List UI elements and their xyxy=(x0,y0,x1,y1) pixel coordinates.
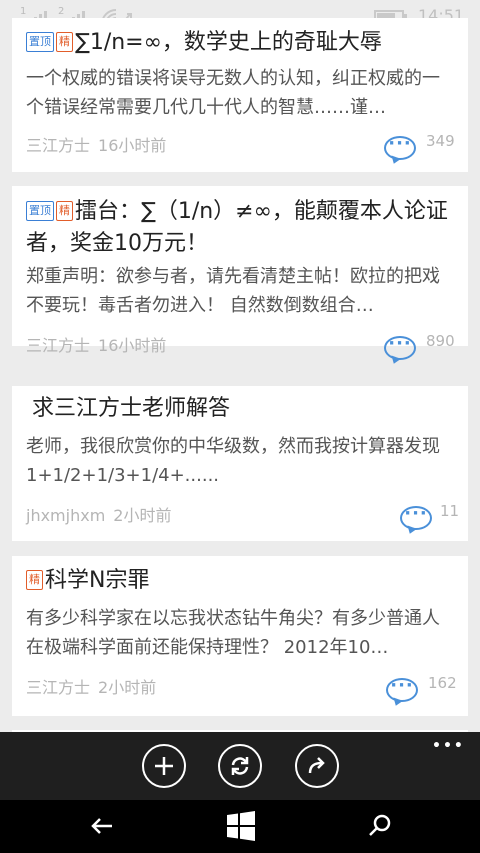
post-author[interactable]: 三江方士 xyxy=(26,336,90,355)
comment-count: 890 xyxy=(426,332,455,350)
share-button[interactable] xyxy=(295,744,339,788)
post-author[interactable]: 三江方士 xyxy=(26,678,90,697)
pinned-badge: 置顶 xyxy=(26,201,54,221)
post-time: 2小时前 xyxy=(113,506,172,525)
app-bar: ••• xyxy=(0,732,480,800)
post-title-text: 求三江方士老师解答 xyxy=(32,396,231,421)
post-card[interactable]: 精科学N宗罪 有多少科学家在以忘我状态钻牛角尖？有多少普通人在极端科学面前还能保… xyxy=(12,556,468,716)
post-excerpt: 有多少科学家在以忘我状态钻牛角尖？有多少普通人在极端科学面前还能保持理性？ 20… xyxy=(26,608,440,658)
nav-bar xyxy=(0,800,480,853)
comment-icon[interactable] xyxy=(384,133,416,160)
featured-badge: 精 xyxy=(56,32,73,52)
post-meta: 三江方士 16小时前 xyxy=(26,332,166,356)
refresh-button[interactable] xyxy=(218,744,262,788)
post-meta: jhxmjhxm 2小时前 xyxy=(26,502,171,526)
post-title[interactable]: 精科学N宗罪 xyxy=(26,564,456,597)
post-time: 16小时前 xyxy=(98,136,167,155)
post-title[interactable]: 置顶精擂台：∑（1/n）≠∞，能颠覆本人论证者，奖金10万元！ xyxy=(26,196,456,260)
post-title-text: ∑1/n=∞，数学史上的奇耻大辱 xyxy=(75,30,382,55)
post-meta: 三江方士 2小时前 xyxy=(26,674,156,698)
add-icon xyxy=(155,757,173,775)
post-excerpt: 老师，我很欣赏你的中华级数，然而我按计算器发现1+1/2+1/3+1/4+...… xyxy=(26,436,440,486)
post-author[interactable]: 三江方士 xyxy=(26,136,90,155)
start-button[interactable] xyxy=(226,811,256,845)
post-excerpt: 一个权威的错误将误导无数人的认知，纠正权威的一个错误经常需要几代几十代人的智慧…… xyxy=(26,68,440,118)
comment-icon[interactable] xyxy=(400,503,432,530)
search-button[interactable] xyxy=(366,812,394,844)
search-icon xyxy=(369,814,391,836)
post-excerpt: 郑重声明：欲参与者，请先看清楚主帖！欧拉的把戏不要玩！毒舌者勿进入！ 自然数倒数… xyxy=(26,266,440,316)
pinned-badge: 置顶 xyxy=(26,32,54,52)
post-time: 2小时前 xyxy=(98,678,157,697)
add-button[interactable] xyxy=(142,744,186,788)
comment-icon[interactable] xyxy=(386,675,418,702)
post-card[interactable]: 置顶精 ∑1/n=∞，数学史上的奇耻大辱 一个权威的错误将误导无数人的认知，纠正权… xyxy=(12,18,468,172)
share-icon xyxy=(308,757,325,774)
post-meta: 三江方士 16小时前 xyxy=(26,132,166,156)
post-card[interactable]: 置顶精擂台：∑（1/n）≠∞，能颠覆本人论证者，奖金10万元！ 郑重声明：欲参与… xyxy=(12,186,468,360)
comment-count: 349 xyxy=(426,132,455,150)
comment-count: 11 xyxy=(440,502,460,520)
back-button[interactable] xyxy=(88,812,116,844)
post-title[interactable]: 求三江方士老师解答 xyxy=(32,392,462,425)
sim2-label: 2 xyxy=(58,6,65,17)
featured-badge: 精 xyxy=(26,570,43,590)
comment-icon[interactable] xyxy=(384,333,416,360)
post-title-text: 科学N宗罪 xyxy=(45,568,150,593)
back-icon xyxy=(91,818,112,834)
post-card[interactable]: 求三江方士老师解答 老师，我很欣赏你的中华级数，然而我按计算器发现1+1/2+1… xyxy=(12,386,468,541)
more-menu-button[interactable]: ••• xyxy=(432,738,465,754)
windows-icon xyxy=(227,811,255,841)
featured-badge: 精 xyxy=(56,201,73,221)
post-title-text: 擂台：∑（1/n）≠∞，能颠覆本人论证者，奖金10万元！ xyxy=(26,199,448,256)
post-author[interactable]: jhxmjhxm xyxy=(26,506,105,525)
comment-count: 162 xyxy=(428,674,457,692)
post-title[interactable]: 置顶精 ∑1/n=∞，数学史上的奇耻大辱 xyxy=(26,26,456,59)
post-time: 16小时前 xyxy=(98,336,167,355)
sim1-label: 1 xyxy=(20,6,27,17)
refresh-icon xyxy=(231,757,249,775)
